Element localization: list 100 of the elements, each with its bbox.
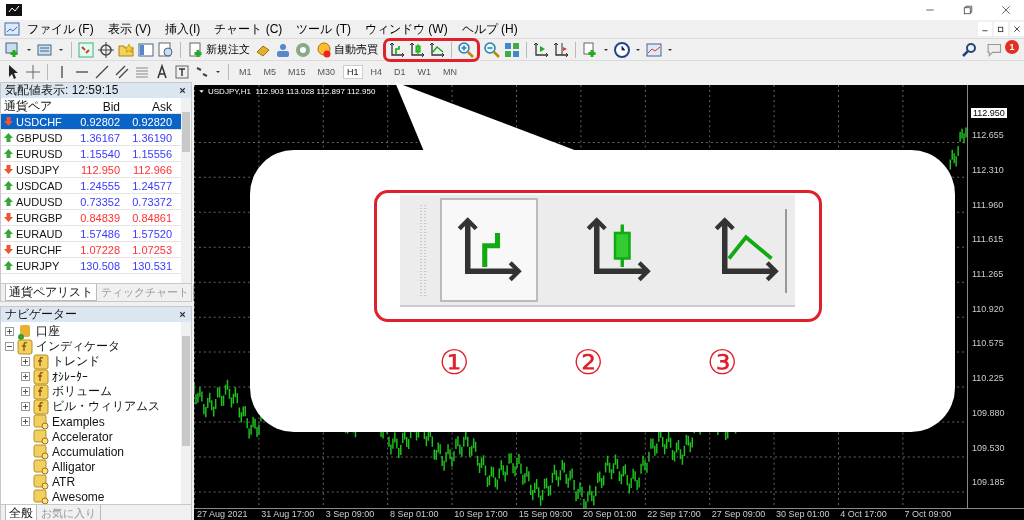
- template-icon[interactable]: [646, 41, 662, 58]
- indicator-folder-icon[interactable]: [33, 398, 49, 415]
- close-icon[interactable]: [1000, 4, 1012, 16]
- chart-shift-icon[interactable]: [553, 41, 569, 58]
- bar-chart-button[interactable]: [440, 198, 539, 302]
- symbol-row[interactable]: EURUSD 1.15540 1.15556: [1, 146, 181, 162]
- timeframe-button[interactable]: M1: [235, 64, 256, 79]
- menu-item[interactable]: 挿入(I): [158, 20, 208, 38]
- menu-item[interactable]: 表示 (V): [100, 20, 158, 38]
- zoom-in-icon[interactable]: [458, 41, 474, 58]
- panel-tab[interactable]: 通貨ペアリスト: [5, 284, 97, 301]
- expand-icon[interactable]: [21, 417, 30, 426]
- indicator-add-icon[interactable]: [582, 41, 598, 58]
- column-header[interactable]: Bid: [73, 99, 123, 114]
- close-icon[interactable]: [1010, 22, 1024, 36]
- tree-item[interactable]: トレンド: [52, 353, 100, 370]
- indicator-folder-icon[interactable]: [33, 383, 49, 400]
- search-icon[interactable]: [961, 41, 977, 58]
- close-icon[interactable]: [178, 310, 187, 319]
- timeframe-button[interactable]: M30: [313, 64, 340, 79]
- symbol-name: EURGBP: [16, 211, 63, 224]
- collapse-icon[interactable]: [5, 342, 14, 351]
- indicator-folder-icon[interactable]: [33, 368, 49, 385]
- expand-icon[interactable]: [21, 387, 30, 396]
- indicator-folder-icon[interactable]: [17, 338, 33, 355]
- menu-item[interactable]: ウィンドウ (W): [358, 20, 455, 38]
- indicator-icon[interactable]: [33, 488, 49, 504]
- menu-item[interactable]: ヘルプ (H): [454, 20, 525, 38]
- auto-trading-button[interactable]: 自動売買: [315, 41, 379, 58]
- symbol-row[interactable]: USDCHF 0.92802 0.92820: [1, 114, 181, 130]
- indicator-icon[interactable]: [33, 443, 49, 460]
- tree-item[interactable]: インディケータ: [36, 338, 120, 355]
- timeframe-button[interactable]: M5: [259, 64, 281, 79]
- tree-item[interactable]: 口座: [36, 323, 60, 340]
- expand-icon[interactable]: [21, 357, 30, 366]
- indicator-icon[interactable]: [33, 428, 49, 445]
- tree-item[interactable]: ビル・ウィリアムス: [52, 398, 160, 415]
- crosshair-icon[interactable]: [98, 41, 114, 58]
- symbol-row[interactable]: EURJPY 130.508 130.531: [1, 258, 181, 274]
- symbol-row[interactable]: AUDUSD 0.73352 0.73372: [1, 194, 181, 210]
- symbol-row[interactable]: USDJPY 112.950 112.966: [1, 162, 181, 178]
- time-tick: 10 Sep 17:00: [454, 509, 508, 519]
- chart-window-icon[interactable]: [4, 21, 20, 37]
- symbol-row[interactable]: EURGBP 0.84839 0.84861: [1, 210, 181, 226]
- column-header[interactable]: Ask: [123, 99, 175, 114]
- indicator-icon[interactable]: [33, 413, 49, 430]
- tile-windows-icon[interactable]: [504, 41, 520, 58]
- bar-chart-icon[interactable]: [389, 41, 405, 58]
- auto-scroll-icon[interactable]: [533, 41, 549, 58]
- timeframe-button[interactable]: H1: [343, 64, 363, 79]
- panel-tab[interactable]: 全般: [5, 505, 37, 520]
- symbol-row[interactable]: EURAUD 1.57486 1.57520: [1, 226, 181, 242]
- restore-icon[interactable]: [962, 4, 974, 16]
- indicator-icon[interactable]: [33, 458, 49, 475]
- symbol-row[interactable]: EURCHF 1.07228 1.07253: [1, 242, 181, 258]
- channel-icon[interactable]: [114, 63, 130, 80]
- terminal-icon[interactable]: [138, 41, 154, 58]
- account-icon[interactable]: [17, 323, 33, 340]
- symbol-row[interactable]: GBPUSD 1.36167 1.36190: [1, 130, 181, 146]
- line-chart-icon[interactable]: [429, 41, 445, 58]
- timeframe-button[interactable]: D1: [390, 64, 410, 79]
- trendline-icon[interactable]: [94, 63, 110, 80]
- clock-icon[interactable]: [614, 41, 630, 58]
- expand-icon[interactable]: [21, 372, 30, 381]
- candlestick-icon[interactable]: [409, 41, 425, 58]
- close-icon[interactable]: [178, 86, 187, 95]
- scrollbar[interactable]: [181, 98, 191, 283]
- tree-item[interactable]: ｵｼﾚｰﾀｰ: [52, 369, 88, 384]
- timeframe-button[interactable]: H4: [366, 64, 387, 79]
- timeframe-button[interactable]: MN: [439, 64, 462, 79]
- zoom-out-icon[interactable]: [484, 41, 500, 58]
- menu-item[interactable]: ツール (T): [289, 20, 358, 38]
- menu-item[interactable]: ファイル (F): [20, 20, 101, 38]
- menu-item[interactable]: チャート (C): [207, 20, 290, 38]
- tree-item[interactable]: ATR: [52, 474, 76, 489]
- timeframe-button[interactable]: W1: [413, 64, 436, 79]
- tree-item[interactable]: Examples: [52, 414, 105, 429]
- symbol-row[interactable]: USDCAD 1.24555 1.24577: [1, 178, 181, 194]
- tree-item[interactable]: Accumulation: [52, 444, 125, 459]
- people-icon[interactable]: [275, 41, 291, 58]
- indicator-folder-icon[interactable]: [33, 353, 49, 370]
- text-label-icon[interactable]: [174, 63, 190, 80]
- new-chart-icon[interactable]: [5, 41, 21, 58]
- scrollbar[interactable]: [181, 322, 191, 504]
- timeframe-button[interactable]: M15: [284, 64, 310, 79]
- tree-item[interactable]: Alligator: [52, 459, 96, 474]
- expand-icon[interactable]: [5, 327, 14, 336]
- ask-price: 112.966: [132, 163, 173, 176]
- tree-item[interactable]: ボリューム: [52, 383, 112, 400]
- tree-item[interactable]: Accelerator: [52, 429, 113, 444]
- restore-icon[interactable]: [994, 22, 1008, 36]
- column-header[interactable]: 通貨ペア: [1, 98, 73, 115]
- folder-star-icon[interactable]: [118, 41, 134, 58]
- tree-item[interactable]: Awesome: [52, 489, 105, 504]
- market-watch-icon[interactable]: [78, 41, 94, 58]
- text-icon[interactable]: [154, 63, 170, 80]
- price-tick: 110.225: [972, 373, 1004, 384]
- new-order-button[interactable]: 新規注文: [187, 41, 251, 58]
- expand-icon[interactable]: [21, 402, 30, 411]
- indicator-icon[interactable]: [33, 473, 49, 490]
